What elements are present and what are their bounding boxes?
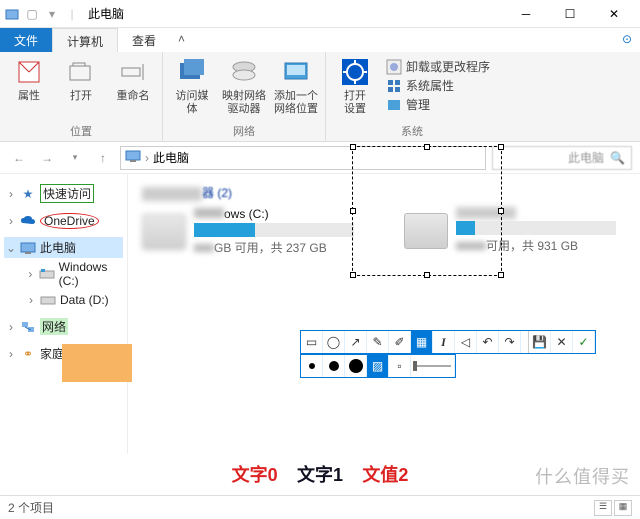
snip-toolbar: ▭ ◯ ↗ ✎ ✐ ▦ I ◁ ↶ ↷ 💾 ✕ ✓	[300, 330, 596, 354]
tree-drive-d[interactable]: ›Data (D:)	[24, 290, 123, 310]
uninstall-button[interactable]: 卸载或更改程序	[386, 58, 490, 75]
tool-save-icon[interactable]: 💾	[529, 331, 551, 353]
minimize-button[interactable]: ─	[504, 0, 548, 28]
group-location-label: 位置	[8, 121, 154, 141]
maximize-button[interactable]: ☐	[548, 0, 592, 28]
size-large-icon[interactable]	[345, 355, 367, 377]
tool-undo-icon[interactable]: ↶	[477, 331, 499, 353]
tab-computer[interactable]: 计算机	[52, 28, 118, 52]
pattern-hatch-icon[interactable]: ▨	[367, 355, 389, 377]
tree-drive-c[interactable]: ›Windows (C:)	[24, 258, 123, 290]
tool-marker-icon[interactable]: ✐	[389, 331, 411, 353]
qat-item[interactable]: ▢	[24, 6, 40, 22]
tree-onedrive[interactable]: ›OneDrive	[4, 211, 123, 231]
recent-button[interactable]: ▾	[64, 147, 86, 169]
view-tiles-icon[interactable]: ▦	[614, 500, 632, 516]
forward-button[interactable]: →	[36, 147, 58, 169]
nav-tree: ›★快速访问 ›OneDrive ⌄此电脑 ›Windows (C:) ›Dat…	[0, 174, 128, 454]
ribbon-collapse-icon[interactable]: ˄	[170, 28, 193, 52]
tree-network[interactable]: ›网络	[4, 316, 123, 337]
group-system-label: 系统	[334, 121, 490, 141]
manage-button[interactable]: 管理	[386, 96, 490, 113]
search-input[interactable]: 此电脑🔍	[492, 146, 632, 170]
view-details-icon[interactable]: ☰	[594, 500, 612, 516]
drive-d[interactable]: 可用，共 931 GB	[404, 207, 626, 254]
snip-options: ▨ ▫	[300, 354, 456, 378]
tool-eraser-icon[interactable]: ◁	[455, 331, 477, 353]
drive-c[interactable]: ows (C:) GB 可用，共 237 GB	[142, 207, 364, 256]
tab-file[interactable]: 文件	[0, 28, 52, 52]
tool-mosaic-icon[interactable]: ▦	[411, 331, 433, 353]
size-med-icon[interactable]	[323, 355, 345, 377]
tool-arrow-icon[interactable]: ↗	[345, 331, 367, 353]
up-button[interactable]: ↑	[92, 147, 114, 169]
qat-item[interactable]: ▾	[44, 6, 60, 22]
rename-button[interactable]: 重命名	[112, 56, 154, 121]
size-small-icon[interactable]	[301, 355, 323, 377]
tool-cancel-icon[interactable]: ✕	[551, 331, 573, 353]
group-network-label: 网络	[171, 121, 317, 141]
add-location-button[interactable]: 添加一个 网络位置	[275, 56, 317, 121]
titlebar: ▢ ▾ | 此电脑 ─ ☐ ✕	[0, 0, 640, 28]
window-title: 此电脑	[88, 5, 124, 22]
properties-button[interactable]: 属性	[8, 56, 50, 121]
content-pane[interactable]: 器 (2) ows (C:) GB 可用，共 237 GB 可用，共 931 G…	[128, 174, 640, 454]
status-bar: 2 个项目 ☰ ▦	[0, 495, 640, 519]
tool-text-icon[interactable]: I	[433, 331, 455, 353]
tool-redo-icon[interactable]: ↷	[499, 331, 521, 353]
ribbon-tabs: 文件 计算机 查看 ˄ ⊙	[0, 28, 640, 52]
tool-pen-icon[interactable]: ✎	[367, 331, 389, 353]
open-settings-button[interactable]: 打开 设置	[334, 56, 376, 116]
sysprops-button[interactable]: 系统属性	[386, 77, 490, 94]
pc-icon	[125, 149, 141, 166]
tool-ok-icon[interactable]: ✓	[573, 331, 595, 353]
tool-rect-icon[interactable]: ▭	[301, 331, 323, 353]
tool-ellipse-icon[interactable]: ◯	[323, 331, 345, 353]
access-media-button[interactable]: 访问媒体	[171, 56, 213, 121]
close-button[interactable]: ✕	[592, 0, 636, 28]
annotation-block	[62, 344, 132, 382]
search-icon: 🔍	[610, 151, 625, 165]
tree-this-pc[interactable]: ⌄此电脑	[4, 237, 123, 258]
group-header[interactable]: 器 (2)	[142, 184, 626, 201]
help-icon[interactable]: ⊙	[614, 28, 640, 52]
address-bar: ← → ▾ ↑ › 此电脑 此电脑🔍	[0, 142, 640, 174]
map-drive-button[interactable]: 映射网络 驱动器	[223, 56, 265, 121]
slider[interactable]	[411, 355, 455, 377]
watermark: 什么值得买	[535, 463, 630, 489]
open-button[interactable]: 打开	[60, 56, 102, 121]
tab-view[interactable]: 查看	[118, 28, 170, 52]
pattern-square-icon[interactable]: ▫	[389, 355, 411, 377]
address-input[interactable]: › 此电脑	[120, 146, 486, 170]
app-icon	[4, 6, 20, 22]
ribbon: 属性 打开 重命名 位置 访问媒体 映射网络 驱动器 添加一个 网络位置 网络 …	[0, 52, 640, 142]
tree-quick-access[interactable]: ›★快速访问	[4, 182, 123, 205]
back-button[interactable]: ←	[8, 147, 30, 169]
